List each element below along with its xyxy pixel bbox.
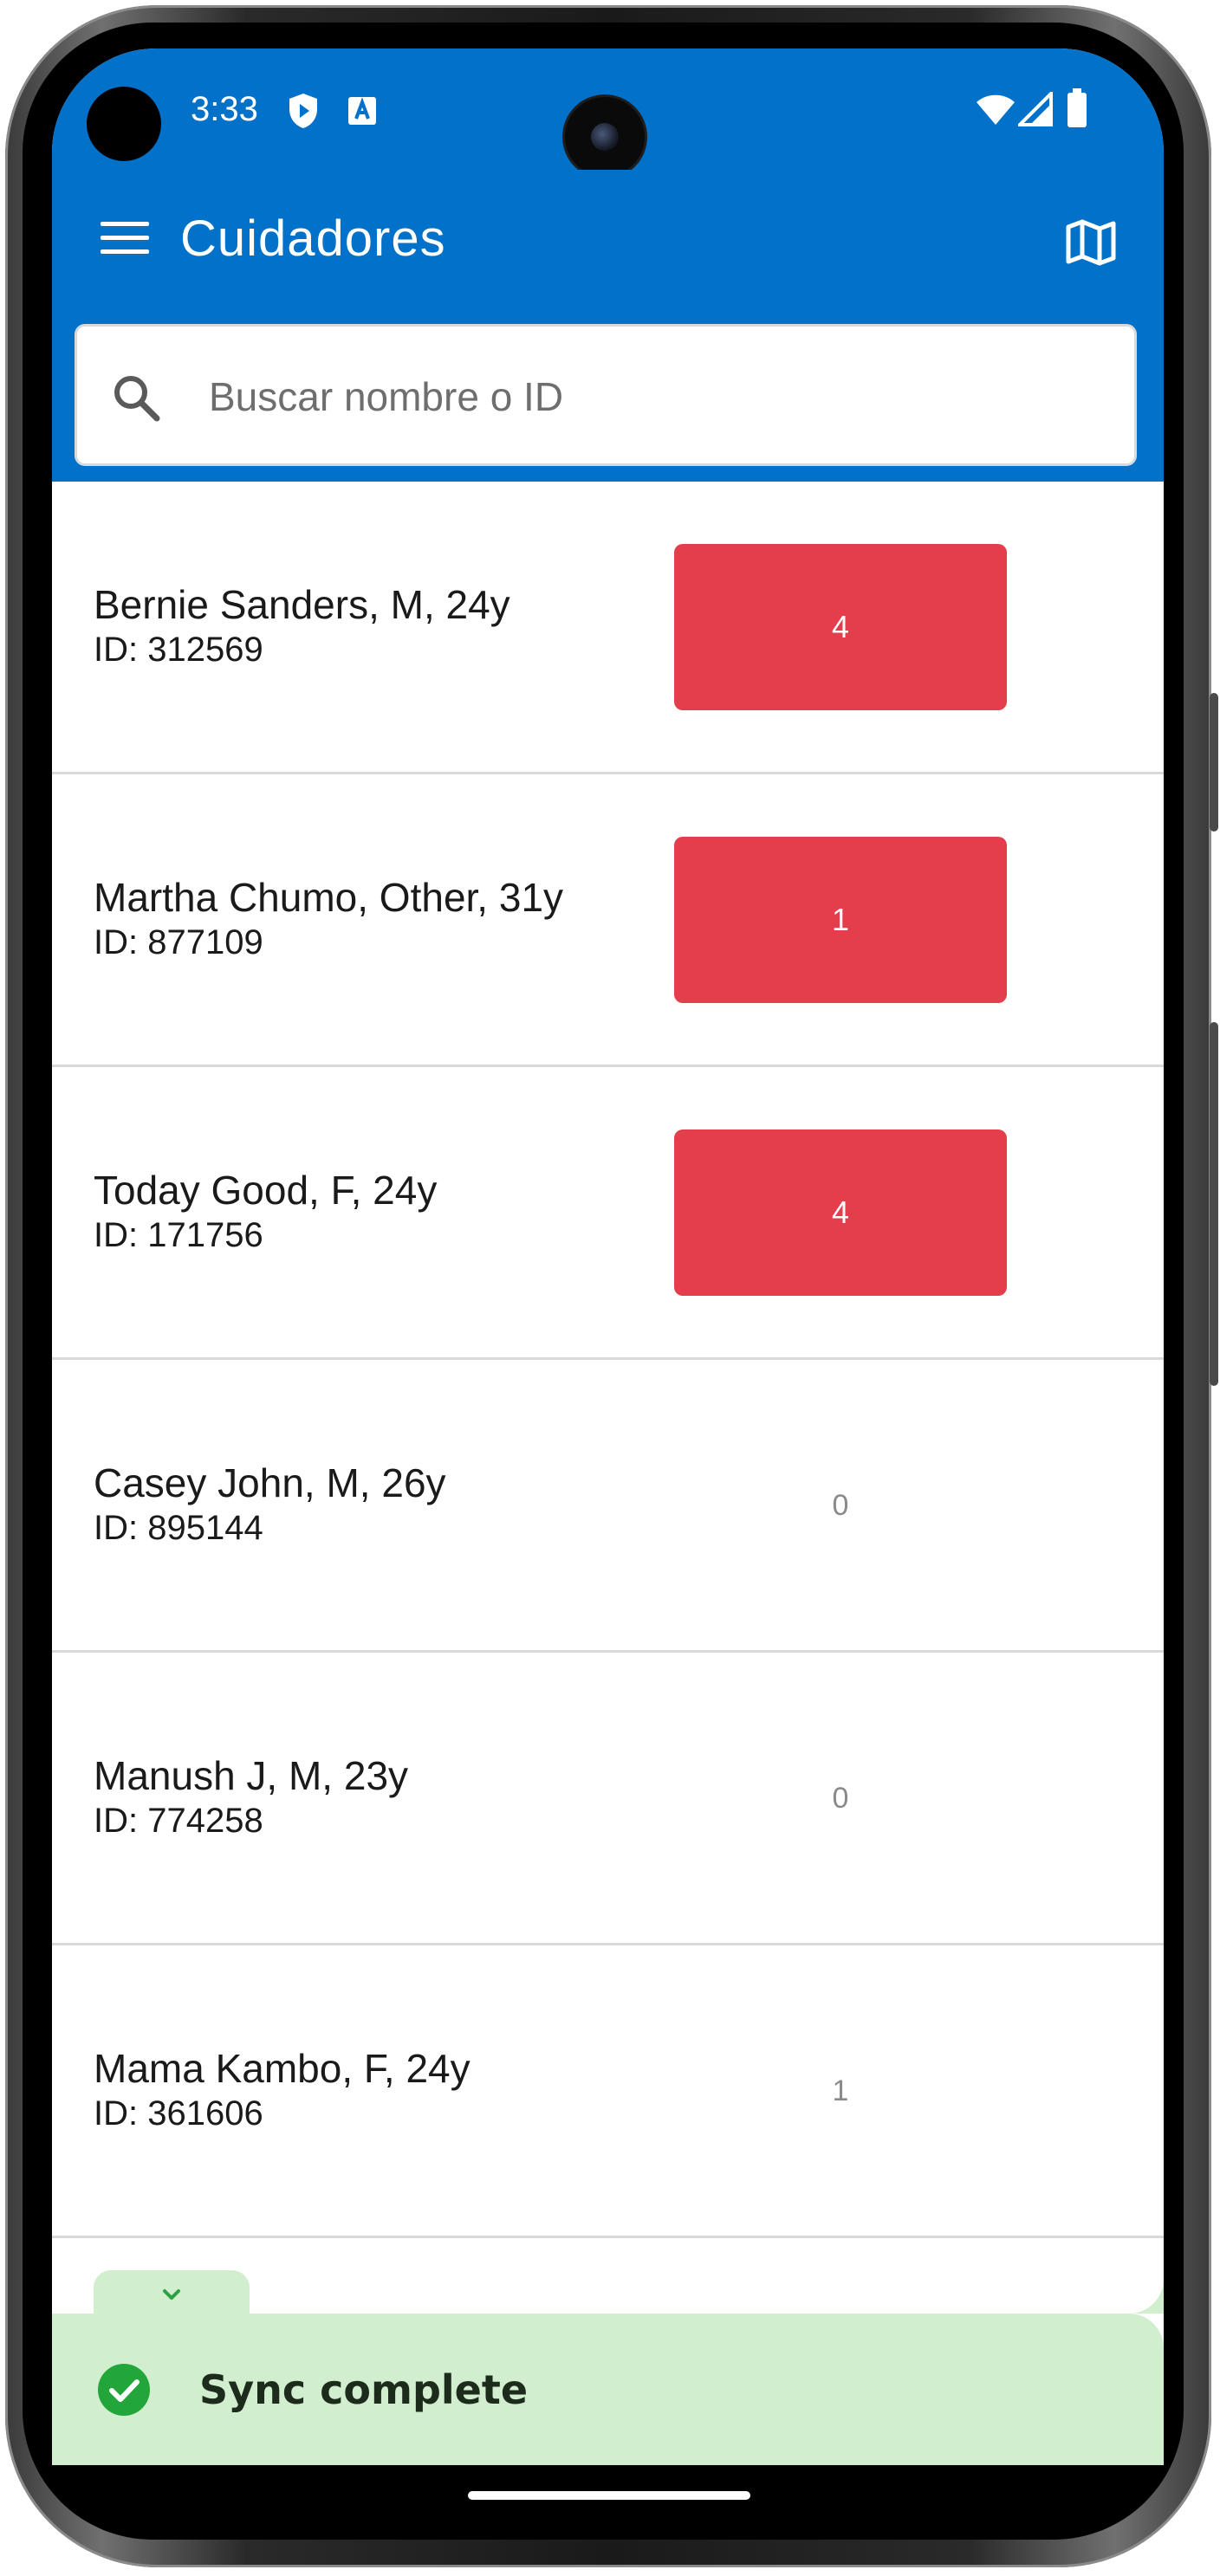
front-camera (565, 97, 645, 177)
task-count-badge: 4 (674, 1129, 1007, 1296)
list-item[interactable]: Manush J, M, 23y ID: 774258 0 (52, 1653, 1164, 1945)
menu-icon[interactable] (101, 222, 149, 263)
search-area (52, 317, 1164, 482)
list-item[interactable]: Mama Kambo, F, 24y ID: 361606 1 (52, 1945, 1164, 2238)
task-count-badge: 1 (674, 837, 1007, 1003)
app-bar: Cuidadores (52, 170, 1164, 317)
caregiver-id: ID: 895144 (94, 1509, 263, 1547)
cellular-signal-icon (1018, 92, 1053, 126)
map-icon[interactable] (1063, 215, 1119, 270)
caregiver-id: ID: 774258 (94, 1802, 263, 1840)
caregiver-id: ID: 877109 (94, 923, 263, 961)
list-item[interactable]: Today Good, F, 24y ID: 171756 4 (52, 1067, 1164, 1360)
caregiver-list: Bernie Sanders, M, 24y ID: 312569 4 Mart… (52, 482, 1164, 2238)
status-time: 3:33 (191, 90, 258, 128)
volume-button (1210, 693, 1218, 832)
task-count-badge: 4 (674, 544, 1007, 710)
search-icon (114, 376, 160, 422)
caregiver-name: Mama Kambo, F, 24y (94, 2046, 470, 2091)
battery-icon (1068, 88, 1087, 127)
home-gesture-bar[interactable] (468, 2491, 750, 2500)
caregiver-id: ID: 171756 (94, 1216, 263, 1254)
list-item[interactable]: Martha Chumo, Other, 31y ID: 877109 1 (52, 774, 1164, 1067)
list-item[interactable]: Bernie Sanders, M, 24y ID: 312569 4 (52, 482, 1164, 774)
screen: 3:33 Cuidadores Buscar nombre o ID Berni… (52, 49, 1164, 2465)
caregiver-name: Casey John, M, 26y (94, 1460, 446, 1505)
shield-play-icon (289, 94, 317, 128)
phone-device: 3:33 Cuidadores Buscar nombre o ID Berni… (0, 0, 1220, 2576)
power-button (1210, 1022, 1218, 1386)
task-count: 1 (832, 2074, 849, 2107)
sync-status-message: Sync complete (199, 2366, 529, 2413)
caregiver-id: ID: 361606 (94, 2094, 263, 2133)
wifi-icon (977, 94, 1015, 125)
search-input[interactable] (207, 361, 1077, 432)
check-circle-icon (98, 2364, 150, 2416)
caregiver-name: Today Good, F, 24y (94, 1168, 438, 1213)
search-box[interactable] (75, 324, 1137, 466)
caregiver-name: Martha Chumo, Other, 31y (94, 875, 564, 920)
status-bar: 3:33 (52, 49, 1164, 177)
caregiver-id: ID: 312569 (94, 631, 263, 669)
sensor-cutout (87, 87, 161, 161)
a-notification-icon (348, 97, 376, 125)
task-count: 0 (832, 1781, 849, 1815)
caregiver-name: Bernie Sanders, M, 24y (94, 582, 510, 627)
page-title: Cuidadores (180, 210, 446, 267)
caregiver-name: Manush J, M, 23y (94, 1753, 409, 1798)
list-item[interactable]: Casey John, M, 26y ID: 895144 0 (52, 1360, 1164, 1653)
task-count: 0 (832, 1488, 849, 1522)
